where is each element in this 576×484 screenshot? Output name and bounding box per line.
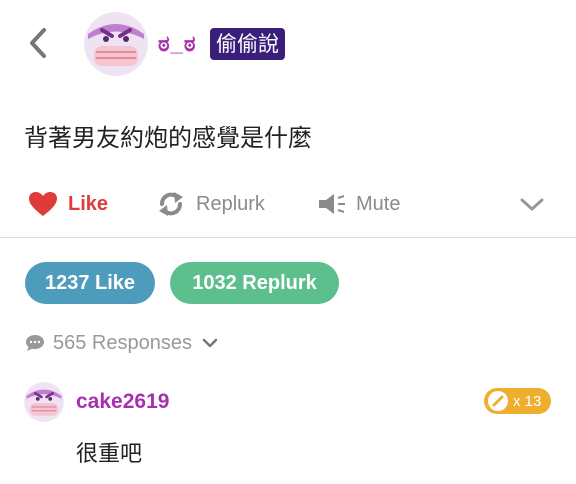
chevron-down-icon	[202, 338, 218, 348]
karma-icon	[488, 391, 508, 411]
heart-icon	[29, 192, 57, 216]
replurk-label: Replurk	[196, 192, 265, 215]
like-button[interactable]: Like	[28, 188, 108, 220]
chevron-down-icon[interactable]	[518, 192, 546, 216]
author-nickname[interactable]: ಠ_ಠ	[158, 31, 197, 57]
anonymous-badge: 偷偷說	[210, 28, 285, 60]
response-username[interactable]: cake2619	[76, 390, 169, 414]
karma-badge: x 13	[484, 388, 552, 414]
like-count-pill[interactable]: 1237 Like	[25, 262, 155, 304]
mute-button[interactable]: Mute	[318, 188, 400, 220]
post-header: ಠ_ಠ 偷偷說	[0, 0, 576, 88]
like-label: Like	[68, 192, 109, 215]
speech-bubble-icon	[26, 335, 44, 351]
responses-toggle[interactable]: 565 Responses	[25, 330, 218, 356]
karma-count: x 13	[513, 392, 542, 410]
mute-label: Mute	[356, 192, 401, 215]
back-arrow-icon[interactable]	[24, 26, 52, 60]
divider	[0, 237, 576, 238]
responses-count: 565 Responses	[53, 331, 192, 354]
replurk-button[interactable]: Replurk	[156, 188, 265, 220]
masked-face-avatar-icon[interactable]	[84, 12, 148, 76]
replurk-count-pill[interactable]: 1032 Replurk	[170, 262, 339, 304]
speaker-mute-icon	[319, 194, 345, 214]
post-content: 背著男友約炮的感覺是什麼	[24, 124, 312, 152]
post-actions-bar: Like Replurk Mute	[0, 178, 576, 230]
replurk-icon	[159, 192, 183, 216]
masked-face-avatar-icon[interactable]	[24, 382, 64, 422]
response-text: 很重吧	[76, 442, 143, 467]
